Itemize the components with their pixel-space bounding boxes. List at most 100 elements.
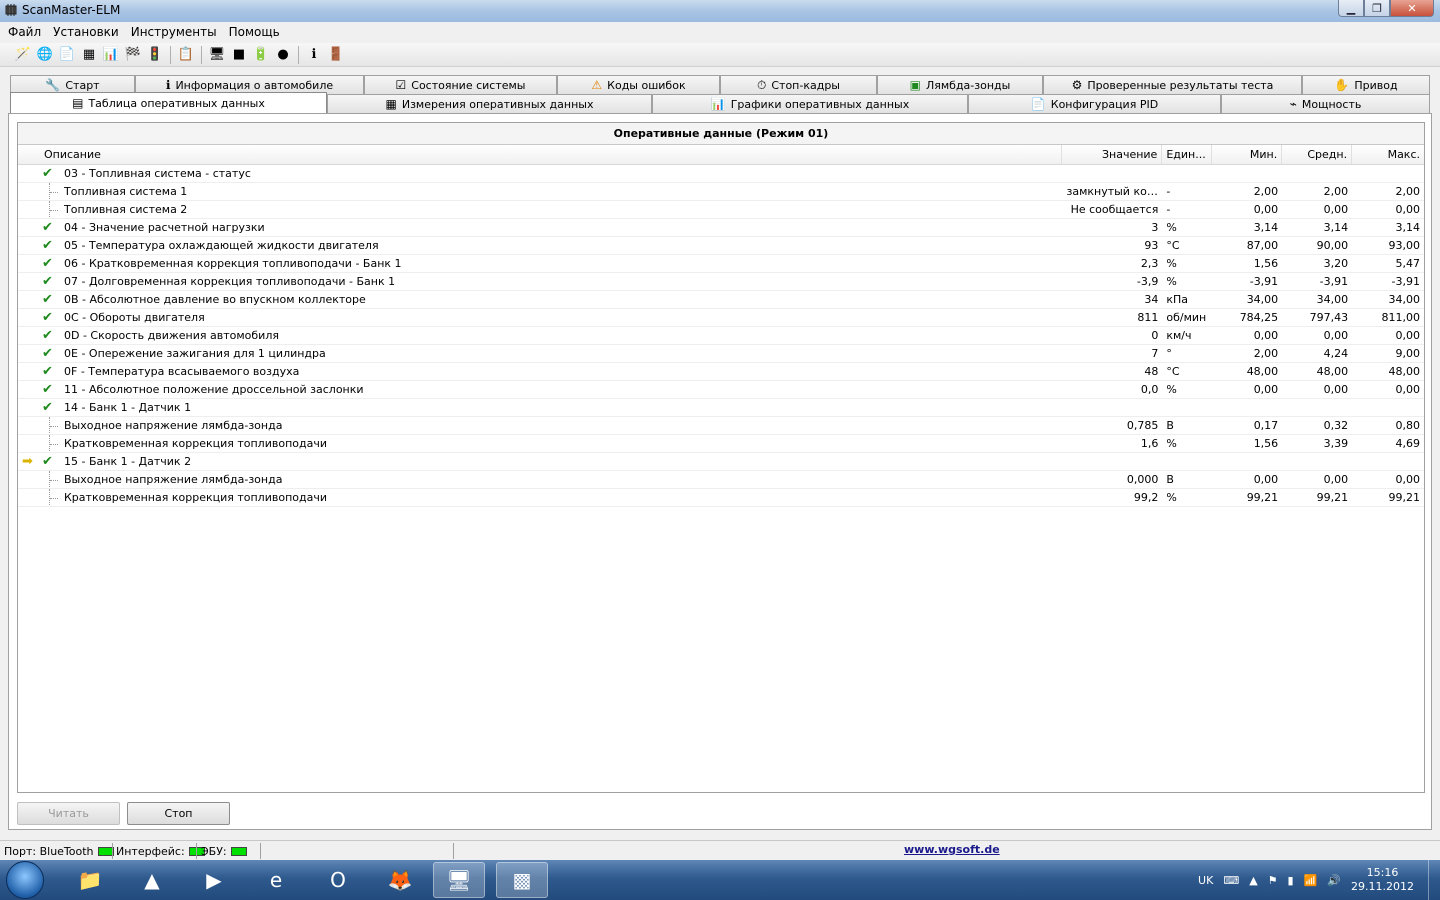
warning-icon: ⚠ xyxy=(591,78,603,92)
menu-tools[interactable]: Инструменты xyxy=(125,25,223,39)
row-unit: - xyxy=(1166,185,1171,198)
row-description-text: Кратковременная коррекция топливоподачи xyxy=(64,491,327,504)
check-icon: ✔ xyxy=(42,382,53,397)
tab-system-status[interactable]: ☑ Состояние системы xyxy=(364,75,557,94)
table-row[interactable]: ✔ 0E - Опережение зажигания для 1 цилиндр… xyxy=(18,345,1424,363)
chart-icon: 📊 xyxy=(710,97,726,111)
media-player-icon[interactable]: ▲ xyxy=(126,862,178,898)
table-row[interactable]: ✔ 06 - Кратковременная коррекция топливоп… xyxy=(18,255,1424,273)
row-value xyxy=(1062,399,1162,416)
tab-pid-config[interactable]: 📄 Конфигурация PID xyxy=(968,94,1221,113)
action-center-icon[interactable]: ⚑ xyxy=(1268,874,1278,887)
maximize-button[interactable]: ❐ xyxy=(1364,0,1390,17)
table-row[interactable]: ✔ 14 - Банк 1 - Датчик 1 xyxy=(18,399,1424,417)
clipboard-icon[interactable]: 📋 xyxy=(175,45,197,65)
exit-icon[interactable]: 🚪 xyxy=(325,45,347,65)
minimize-button[interactable]: ▁ xyxy=(1338,0,1364,17)
monitor-icon[interactable]: 🖥 xyxy=(206,45,228,65)
menu-settings[interactable]: Установки xyxy=(47,25,125,39)
clock[interactable]: 15:16 29.11.2012 xyxy=(1351,866,1414,894)
info-icon[interactable]: ℹ xyxy=(303,45,325,65)
network-icon[interactable]: 📶 xyxy=(1304,874,1318,887)
table-row[interactable]: ✔ 0F - Температура всасываемого воздуха 48… xyxy=(18,363,1424,381)
tray-expand-icon[interactable]: ▲ xyxy=(1249,874,1257,887)
flags-icon[interactable]: 🏁 xyxy=(122,45,144,65)
tab-error-codes[interactable]: ⚠ Коды ошибок xyxy=(557,75,720,94)
row-description: ✔ 04 - Значение расчетной нагрузки xyxy=(18,219,1062,236)
scanmaster-taskbar-icon[interactable]: ▩ xyxy=(496,862,548,898)
opera-icon[interactable]: O xyxy=(312,862,364,898)
table-row[interactable]: ✔ 0D - Скорость движения автомобиля 0 км/ч 0… xyxy=(18,327,1424,345)
traffic-light-icon[interactable]: 🚦 xyxy=(144,45,166,65)
read-button[interactable]: Читать xyxy=(17,802,120,825)
row-max xyxy=(1352,453,1424,470)
column-header-avg[interactable]: Средн. xyxy=(1282,145,1353,164)
row-description: Топливная система 2 xyxy=(18,201,1062,218)
tab-live-data-charts[interactable]: 📊 Графики оперативных данных xyxy=(652,94,968,113)
table-row[interactable]: Топливная система 2 Не сообщается - 0,00 0,0… xyxy=(18,201,1424,219)
language-indicator[interactable]: UK xyxy=(1198,874,1213,887)
row-avg: 0,32 xyxy=(1323,419,1349,432)
table-row[interactable]: Выходное напряжение лямбда-зонда 0,000 В 0,… xyxy=(18,471,1424,489)
column-header-unit[interactable]: Един... xyxy=(1162,145,1213,164)
start-button[interactable] xyxy=(6,861,44,899)
wizard-icon[interactable]: 🪄 xyxy=(12,45,34,65)
media-player-classic-icon[interactable]: ▶ xyxy=(188,862,240,898)
column-header-description[interactable]: Описание xyxy=(18,145,1063,164)
row-max: 93,00 xyxy=(1388,239,1421,252)
start-icon: 🔧 xyxy=(45,78,61,92)
table-row[interactable]: Топливная система 1 замкнутый кон... - 2,00… xyxy=(18,183,1424,201)
keyboard-icon[interactable]: ⌨ xyxy=(1223,874,1239,887)
close-button[interactable]: ✕ xyxy=(1390,0,1434,17)
check-icon: ✔ xyxy=(42,256,53,271)
row-description-text: 03 - Топливная система - статус xyxy=(64,167,251,180)
firefox-icon[interactable]: 🦊 xyxy=(374,862,426,898)
table-row[interactable]: ✔ 05 - Температура охлаждающей жидкости д… xyxy=(18,237,1424,255)
menu-help[interactable]: Помощь xyxy=(223,25,286,39)
column-header-value[interactable]: Значение xyxy=(1062,145,1163,164)
row-min: 0,00 xyxy=(1253,203,1279,216)
row-unit: - xyxy=(1166,203,1171,216)
table-icon[interactable]: ▦ xyxy=(78,45,100,65)
row-max: 99,21 xyxy=(1388,491,1421,504)
tab-test-results[interactable]: ⚙ Проверенные результаты теста xyxy=(1043,75,1302,94)
tab-actuator[interactable]: ✋ Привод xyxy=(1302,75,1430,94)
table-row[interactable]: Выходное напряжение лямбда-зонда 0,785 В 0,… xyxy=(18,417,1424,435)
volume-icon[interactable]: 🔊 xyxy=(1327,874,1341,887)
tab-live-data-table[interactable]: ▤ Таблица оперативных данных xyxy=(10,92,327,113)
website-link[interactable]: www.wgsoft.de xyxy=(904,843,1000,856)
tab-lambda-sensors[interactable]: ▣ Лямбда-зонды xyxy=(877,75,1043,94)
row-unit: В xyxy=(1166,419,1174,432)
table-row[interactable]: ✔ 0C - Обороты двигателя 811 об/мин 784,25 79… xyxy=(18,309,1424,327)
globe-icon[interactable]: 🌐 xyxy=(34,45,56,65)
row-description: ✔ 0E - Опережение зажигания для 1 цилиндр… xyxy=(18,345,1062,362)
disc-icon[interactable]: ● xyxy=(272,45,294,65)
column-header-min[interactable]: Мин. xyxy=(1212,145,1283,164)
port-label: Порт: BlueTooth xyxy=(4,844,94,858)
tab-freeze-frames[interactable]: ⏱ Стоп-кадры xyxy=(720,75,877,94)
table-row[interactable]: ✔ 03 - Топливная система - статус xyxy=(18,165,1424,183)
chart-icon[interactable]: 📊 xyxy=(100,45,122,65)
explorer-icon[interactable]: 📁 xyxy=(64,862,116,898)
battery-icon[interactable]: ▮ xyxy=(1288,874,1294,887)
table-row[interactable]: Кратковременная коррекция топливоподачи 1… xyxy=(18,435,1424,453)
tab-power[interactable]: ⌁ Мощность xyxy=(1221,94,1430,113)
terminal-icon[interactable]: ■ xyxy=(228,45,250,65)
table-row[interactable]: ✔ 11 - Абсолютное положение дроссельной з… xyxy=(18,381,1424,399)
ecu-led xyxy=(230,846,247,856)
table-row[interactable]: ✔ 0B - Абсолютное давление во впускном ко… xyxy=(18,291,1424,309)
menu-bar: Файл Установки Инструменты Помощь xyxy=(0,22,1440,42)
internet-explorer-icon[interactable]: e xyxy=(250,862,302,898)
tab-live-data-gauges[interactable]: ▦ Измерения оперативных данных xyxy=(327,94,652,113)
battery-icon[interactable]: 🔋 xyxy=(250,45,272,65)
table-row[interactable]: ➡ ✔ 15 - Банк 1 - Датчик 2 xyxy=(18,453,1424,471)
control-panel-icon[interactable]: 🖥 xyxy=(433,862,485,898)
table-row[interactable]: Кратковременная коррекция топливоподачи 9… xyxy=(18,489,1424,507)
column-header-max[interactable]: Макс. xyxy=(1352,145,1424,164)
show-desktop-button[interactable] xyxy=(1428,860,1440,900)
document-icon[interactable]: 📄 xyxy=(56,45,78,65)
table-row[interactable]: ✔ 07 - Долговременная коррекция топливопо… xyxy=(18,273,1424,291)
menu-file[interactable]: Файл xyxy=(2,25,47,39)
table-row[interactable]: ✔ 04 - Значение расчетной нагрузки 3% 3,14 3… xyxy=(18,219,1424,237)
stop-button[interactable]: Стоп xyxy=(127,802,230,825)
